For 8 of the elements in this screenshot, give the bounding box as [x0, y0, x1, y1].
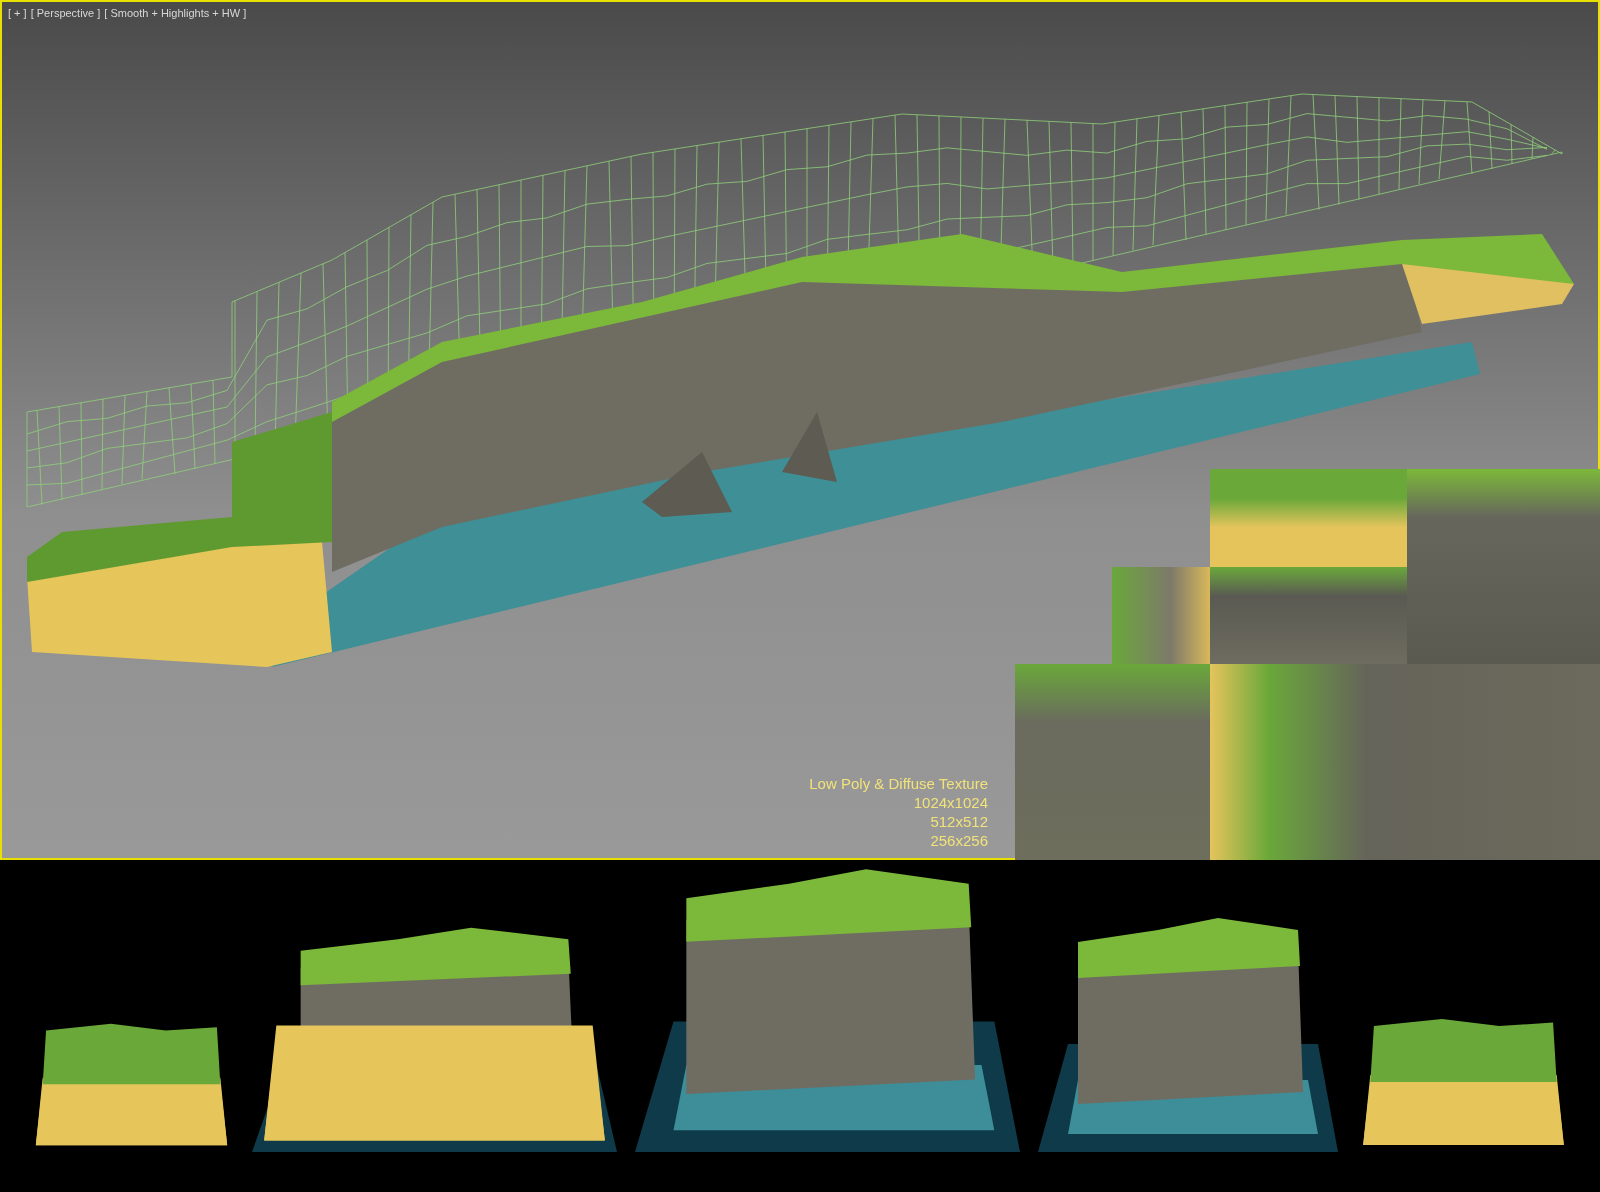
viewport-label-menu[interactable]: [ Smooth + Highlights + HW ] [104, 5, 247, 22]
viewport-label-menu[interactable]: [ + ] [8, 5, 27, 22]
caption-text: 256x256 [930, 831, 988, 850]
caption-text: Low Poly & Diffuse Texture [809, 774, 988, 793]
viewport[interactable]: [ + ] [ Perspective ] [ Smooth + Highlights + HW ] Low Poly & Diffuse Texture 1024x1024 512x512 256x256 [0, 0, 1600, 860]
caption-text: 1024x1024 [913, 793, 988, 812]
viewport-label-menu[interactable]: [ Perspective ] [30, 5, 101, 22]
caption-text: 512x512 [930, 812, 988, 831]
